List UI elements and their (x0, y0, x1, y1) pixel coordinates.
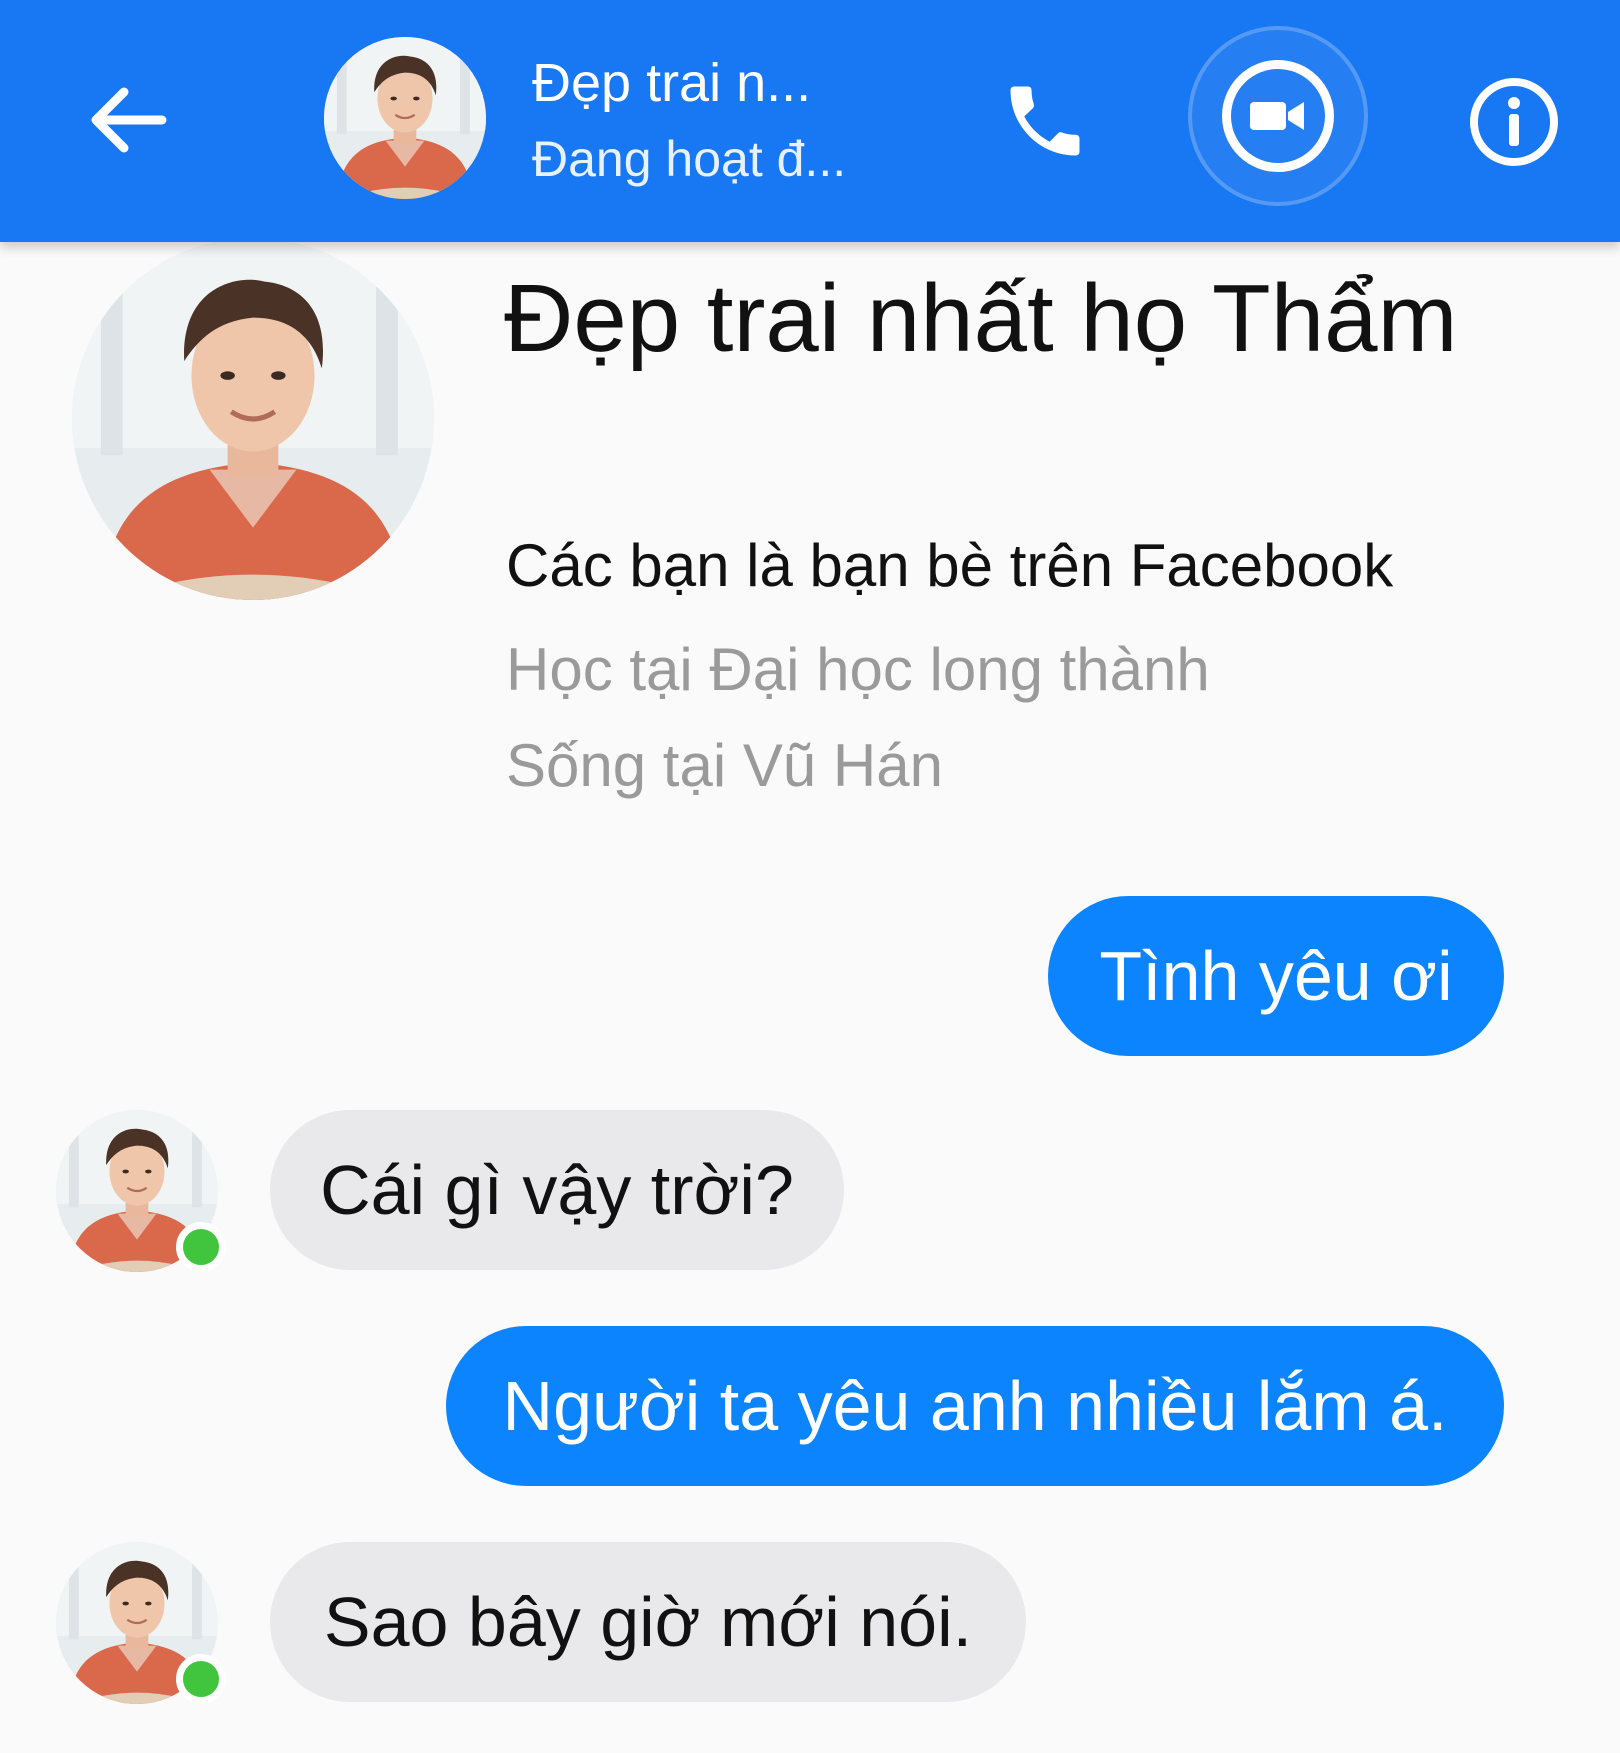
info-button[interactable] (1464, 72, 1564, 172)
header-avatar[interactable] (324, 37, 486, 199)
sent-message[interactable]: Tình yêu ơi (1048, 896, 1504, 1056)
contact-avatar[interactable] (56, 1542, 226, 1704)
phone-icon (999, 75, 1091, 167)
online-indicator (176, 1654, 226, 1704)
received-message[interactable]: Cái gì vậy trời? (270, 1110, 844, 1270)
profile-name: Đẹp trai nhất họ Thẩm (504, 265, 1458, 372)
chat-header: Đẹp trai n... Đang hoạt đ... (0, 0, 1620, 242)
info-icon (1468, 76, 1560, 168)
location-text: Sống tại Vũ Hán (506, 732, 943, 799)
received-message[interactable]: Sao bây giờ mới nói. (270, 1542, 1026, 1702)
video-call-button[interactable] (1188, 26, 1368, 206)
back-button[interactable] (80, 72, 176, 168)
online-indicator (176, 1222, 226, 1272)
contact-name[interactable]: Đẹp trai n... (532, 46, 892, 120)
arrow-left-icon (88, 84, 168, 156)
profile-avatar[interactable] (72, 238, 434, 600)
friend-status-text: Các bạn là bạn bè trên Facebook (506, 532, 1394, 599)
sent-message[interactable]: Người ta yêu anh nhiều lắm á. (446, 1326, 1504, 1486)
contact-avatar[interactable] (56, 1110, 226, 1272)
education-text: Học tại Đại học long thành (506, 636, 1210, 703)
video-camera-icon (1222, 60, 1334, 172)
voice-call-button[interactable] (990, 66, 1100, 176)
active-status: Đang hoạt đ... (532, 131, 847, 187)
